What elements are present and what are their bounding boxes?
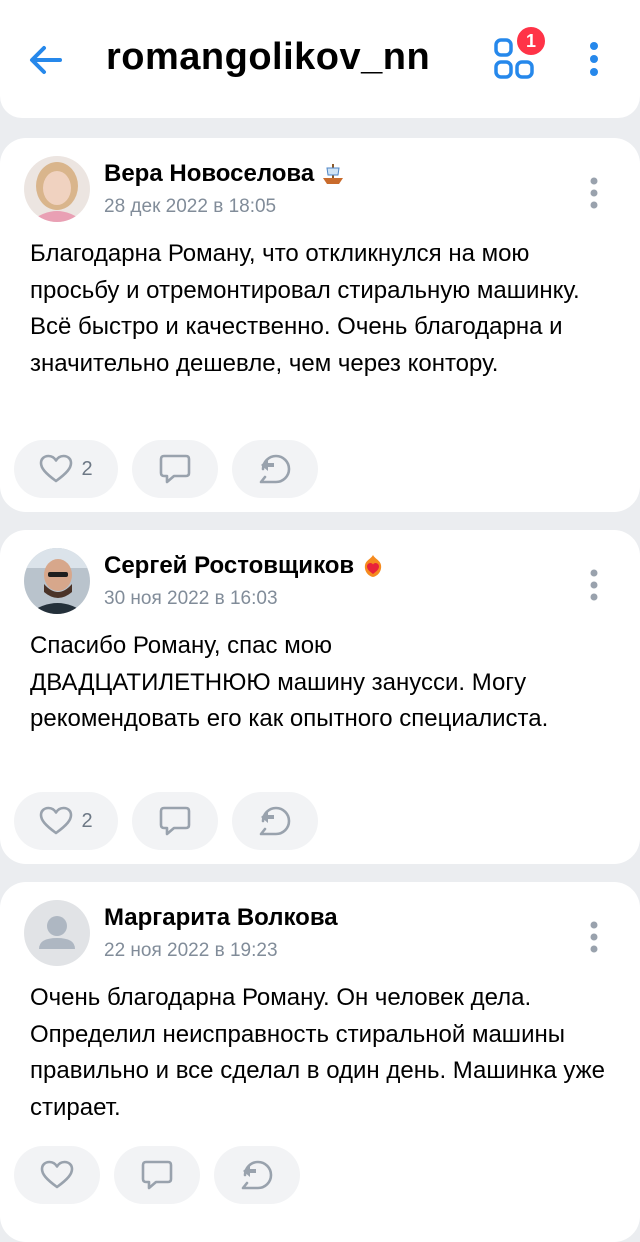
- comment-button[interactable]: [132, 440, 218, 498]
- heart-fire-emoji-icon: [365, 555, 382, 577]
- review-post: Вера Новоселова 28 дек 2022 в 18:05 Благ…: [0, 138, 640, 512]
- share-button[interactable]: [232, 792, 318, 850]
- more-vertical-icon: [590, 42, 598, 76]
- comment-icon: [159, 454, 191, 484]
- more-menu-button[interactable]: [582, 40, 606, 80]
- share-icon: [241, 1160, 273, 1190]
- arrow-left-icon: [30, 46, 62, 74]
- post-text: Спасибо Роману, спас мою ДВАДЦАТИЛЕТНЮЮ …: [30, 632, 549, 732]
- author-name[interactable]: Вера Новоселова: [104, 160, 314, 188]
- post-menu-button[interactable]: [584, 920, 604, 954]
- author-name[interactable]: Маргарита Волкова: [104, 904, 338, 932]
- avatar[interactable]: [24, 156, 90, 222]
- heart-icon: [40, 454, 73, 483]
- back-button[interactable]: [24, 38, 68, 82]
- comment-button[interactable]: [114, 1146, 200, 1204]
- app-header: romangolikov_nn 1: [0, 0, 640, 118]
- post-menu-button[interactable]: [584, 176, 604, 210]
- more-vertical-icon: [590, 921, 598, 953]
- like-button[interactable]: 2: [14, 440, 118, 498]
- post-text: Очень благодарна Роману. Он человек дела…: [30, 984, 606, 1121]
- page-title: romangolikov_nn: [106, 36, 431, 78]
- post-date: 22 ноя 2022 в 19:23: [104, 940, 278, 961]
- more-vertical-icon: [590, 177, 598, 209]
- review-post: Маргарита Волкова 22 ноя 2022 в 19:23 Оч…: [0, 882, 640, 1242]
- notification-badge: 1: [514, 24, 548, 58]
- share-button[interactable]: [214, 1146, 300, 1204]
- comment-icon: [141, 1160, 173, 1190]
- ship-emoji-icon: [323, 164, 344, 184]
- comment-icon: [159, 806, 191, 836]
- review-post: Сергей Ростовщиков 30 ноя 2022 в 16:03 С…: [0, 530, 640, 864]
- post-actions: [14, 1146, 300, 1204]
- avatar[interactable]: [24, 900, 90, 966]
- post-menu-button[interactable]: [584, 568, 604, 602]
- share-button[interactable]: [232, 440, 318, 498]
- post-date: 28 дек 2022 в 18:05: [104, 196, 277, 217]
- post-actions: 2: [14, 440, 318, 498]
- share-icon: [259, 454, 291, 484]
- heart-icon: [40, 806, 73, 835]
- comment-button[interactable]: [132, 792, 218, 850]
- author-name[interactable]: Сергей Ростовщиков: [104, 552, 354, 580]
- like-button[interactable]: [14, 1146, 100, 1204]
- share-icon: [259, 806, 291, 836]
- post-date: 30 ноя 2022 в 16:03: [104, 588, 278, 609]
- post-text: Благодарна Роману, что откликнулся на мо…: [30, 240, 580, 377]
- more-vertical-icon: [590, 569, 598, 601]
- default-avatar-icon: [24, 900, 90, 966]
- like-button[interactable]: 2: [14, 792, 118, 850]
- heart-icon: [40, 1160, 74, 1189]
- post-actions: 2: [14, 792, 318, 850]
- like-count: 2: [81, 457, 93, 480]
- like-count: 2: [81, 809, 93, 832]
- avatar[interactable]: [24, 548, 90, 614]
